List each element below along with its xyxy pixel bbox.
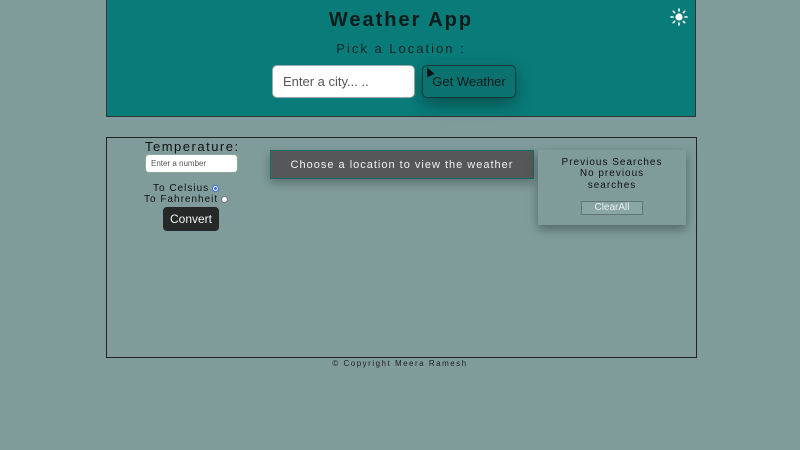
app-title: Weather App [328,9,474,31]
weather-message-text: Choose a location to view the weather [290,158,514,171]
previous-searches-empty-text: No previous searches [579,168,645,191]
temperature-number-input[interactable] [145,154,238,173]
temperature-label: Temperature: [145,139,240,154]
to-celsius-label: To Celsius [153,183,210,194]
app-header: Weather App Pick a Location : Get Weathe… [106,0,696,117]
footer-copyright: © Copyright Meera Ramesh [332,359,468,368]
pick-location-label: Pick a Location : [336,41,466,56]
convert-button[interactable]: Convert [163,207,219,231]
main-panel: Temperature: To Celsius To Fahrenheit Co… [106,137,697,358]
fahrenheit-radio[interactable] [221,196,229,203]
city-search-input[interactable] [272,65,415,98]
weather-message-box: Choose a location to view the weather [270,150,534,179]
to-celsius-option[interactable]: To Celsius [153,183,220,194]
previous-searches-title: Previous Searches [561,157,663,168]
celsius-radio[interactable] [212,185,220,192]
to-fahrenheit-label: To Fahrenheit [144,194,219,205]
weather-app-page: Weather App Pick a Location : Get Weathe… [0,0,800,450]
clear-all-button[interactable]: ClearAll [581,201,643,215]
to-fahrenheit-option[interactable]: To Fahrenheit [144,194,229,205]
get-weather-button[interactable]: Get Weather [422,65,516,98]
previous-searches-panel: Previous Searches No previous searches C… [538,150,686,225]
sun-icon[interactable] [668,6,690,28]
